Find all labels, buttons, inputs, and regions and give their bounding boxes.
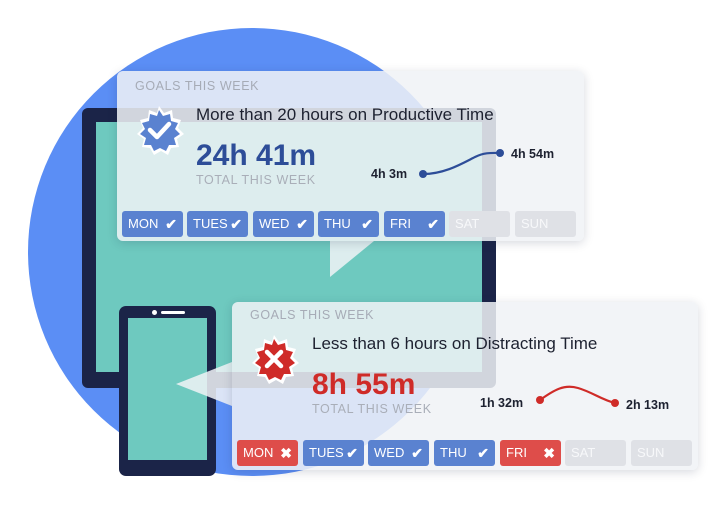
card-eyebrow: GOALS THIS WEEK	[135, 79, 260, 93]
check-icon: ✔	[361, 216, 373, 232]
trend-end-label: 2h 13m	[626, 398, 670, 412]
day-chip-tues: TUES ✔	[187, 211, 248, 237]
trend-end-label: 4h 54m	[511, 147, 555, 161]
total-label: TOTAL THIS WEEK	[196, 173, 316, 187]
tablet-speaker-bar	[161, 311, 185, 314]
productive-goal-card: GOALS THIS WEEK More than 20 hours on Pr…	[117, 71, 584, 241]
day-label: WED	[374, 445, 405, 460]
day-label: MON	[243, 445, 274, 460]
trend-start-label: 1h 32m	[480, 396, 524, 410]
day-chip-fri: FRI ✔	[384, 211, 445, 237]
distracting-goal-card: GOALS THIS WEEK Less than 6 hours on Dis…	[232, 302, 698, 470]
check-icon: ✔	[230, 216, 242, 232]
day-label: THU	[324, 216, 351, 231]
day-label: FRI	[390, 216, 411, 231]
day-chip-wed: WED ✔	[253, 211, 314, 237]
day-label: MON	[128, 216, 159, 231]
x-badge-icon	[252, 335, 299, 384]
day-chip-fri: FRI ✖	[500, 440, 561, 466]
day-chip-sat: SAT	[565, 440, 626, 466]
day-label: SUN	[521, 216, 549, 231]
check-icon: ✔	[346, 445, 358, 461]
card-pointer	[176, 362, 232, 406]
day-chip-thu: THU ✔	[434, 440, 495, 466]
day-chip-tues: TUES ✔	[303, 440, 364, 466]
day-label: WED	[259, 216, 290, 231]
check-icon: ✔	[477, 445, 489, 461]
day-chip-wed: WED ✔	[368, 440, 429, 466]
day-label: SUN	[637, 445, 665, 460]
card-pointer	[330, 241, 374, 277]
total-time: 24h 41m	[196, 139, 317, 172]
day-label: THU	[440, 445, 467, 460]
day-label: TUES	[193, 216, 228, 231]
day-chip-mon: MON ✖	[237, 440, 298, 466]
day-label: TUES	[309, 445, 344, 460]
check-icon: ✔	[165, 216, 177, 232]
day-label: FRI	[506, 445, 527, 460]
check-icon: ✔	[427, 216, 439, 232]
total-time: 8h 55m	[312, 368, 416, 401]
check-icon: ✔	[296, 216, 308, 232]
day-label: SAT	[571, 445, 596, 460]
verified-check-badge-icon	[137, 106, 184, 155]
x-icon: ✖	[280, 445, 292, 461]
tablet-camera-dot	[152, 310, 157, 315]
day-chip-mon: MON ✔	[122, 211, 183, 237]
goal-title: Less than 6 hours on Distracting Time	[312, 334, 598, 353]
check-icon: ✔	[411, 445, 423, 461]
x-icon: ✖	[543, 445, 555, 461]
total-label: TOTAL THIS WEEK	[312, 402, 432, 416]
trend-line	[536, 385, 619, 407]
trend-line	[419, 149, 504, 178]
day-chip-thu: THU ✔	[318, 211, 379, 237]
day-chip-sun: SUN	[631, 440, 692, 466]
card-eyebrow: GOALS THIS WEEK	[250, 308, 375, 322]
trend-start-label: 4h 3m	[371, 167, 408, 181]
goal-title: More than 20 hours on Productive Time	[196, 105, 494, 124]
day-chip-sun: SUN	[515, 211, 576, 237]
day-chip-sat: SAT	[449, 211, 510, 237]
day-label: SAT	[455, 216, 480, 231]
